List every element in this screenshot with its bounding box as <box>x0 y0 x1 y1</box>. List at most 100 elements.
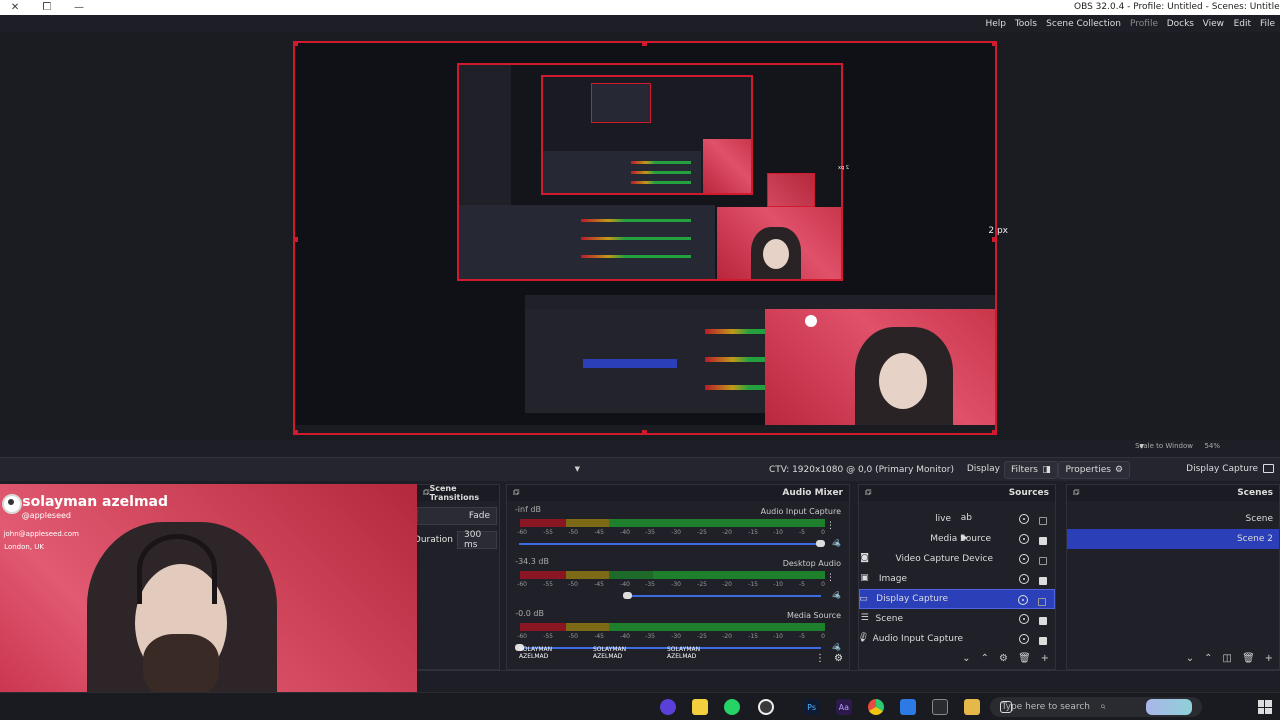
scale-label: 54% Scale to Window <box>1135 442 1220 450</box>
speaker-icon[interactable]: 🔈 <box>830 642 841 652</box>
mixer-menu-icon[interactable]: ⋮ <box>815 653 825 664</box>
eye-icon[interactable] <box>1018 595 1028 605</box>
menu-docks[interactable]: Docks <box>1167 19 1194 29</box>
display-select[interactable]: CTV: 1920x1080 @ 0,0 (Primary Monitor) <box>568 461 960 479</box>
duration-input[interactable]: 300 ms <box>457 530 497 550</box>
source-item[interactable]: ☰ Scene <box>859 609 1055 629</box>
duration-label: Duration <box>413 535 453 545</box>
source-item[interactable]: 🎙 Audio Input Capture <box>858 629 1055 649</box>
source-item-selected[interactable]: ▭ Display Capture <box>859 589 1055 609</box>
close-icon[interactable]: ✕ <box>0 0 30 15</box>
meter-ticks: 0 -5 -10 -15 -20 -25 -30 -35 -40 -45 -50 -55 -60 <box>517 633 825 640</box>
add-scene-icon[interactable]: + <box>1265 653 1273 664</box>
filter-icon: ◧ <box>1042 465 1051 475</box>
maximize-icon[interactable]: ❐ <box>32 0 62 15</box>
overlay-location: London, UK <box>4 543 44 551</box>
nested-px-label: 2 px <box>838 165 849 171</box>
eye-icon[interactable] <box>1019 614 1029 624</box>
lock-icon[interactable] <box>1039 537 1047 545</box>
menu-scene-collection[interactable]: Scene Collection <box>1046 19 1121 29</box>
source-item[interactable]: ◀ Media Source <box>859 529 1055 549</box>
menu-tools[interactable]: Tools <box>1015 19 1037 29</box>
obs-icon[interactable] <box>758 699 774 715</box>
channel-menu-icon[interactable]: ⋮ <box>826 573 835 583</box>
dock-float-icon[interactable]: ⧉ <box>513 488 519 498</box>
source-item[interactable]: ab live <box>859 509 1055 529</box>
dock-float-icon[interactable]: ⧉ <box>1073 488 1079 498</box>
source-properties-icon[interactable]: ⚙ <box>999 653 1008 664</box>
source-item[interactable]: ◙ Video Capture Device <box>859 549 1055 569</box>
camera-icon: ◙ <box>860 553 869 563</box>
preview-canvas[interactable]: 2 px <box>293 41 997 435</box>
whatsapp-icon[interactable] <box>724 699 740 715</box>
transition-select[interactable]: Fade <box>417 507 497 525</box>
volume-slider[interactable] <box>519 540 825 547</box>
sources-dock: Sources ⧉ ab live ◀ Media Source ◙ Video… <box>858 484 1056 670</box>
mixer-title: Audio Mixer <box>782 488 843 498</box>
dock-float-icon[interactable]: ⧉ <box>865 488 871 498</box>
add-source-icon[interactable]: + <box>1041 653 1049 664</box>
sticky-icon[interactable] <box>692 699 708 715</box>
meter-ticks: 0 -5 -10 -15 -20 -25 -30 -35 -40 -45 -50 -55 -60 <box>517 529 825 536</box>
remove-scene-icon[interactable]: 🗑 <box>1242 653 1255 664</box>
search-highlight-icon <box>1146 699 1192 715</box>
speaker-icon[interactable]: 🔈 <box>830 590 841 600</box>
source-toolbar: Display Capture ⚙ Properties ◧ Filters D… <box>0 457 1280 481</box>
volume-meter <box>517 571 825 579</box>
menu-edit[interactable]: Edit <box>1234 19 1251 29</box>
menu-file[interactable]: File <box>1260 19 1275 29</box>
volume-slider[interactable] <box>623 592 821 599</box>
move-down-icon[interactable]: ⌄ <box>962 653 970 664</box>
adobe-icon[interactable]: Aa <box>836 699 852 715</box>
lock-icon[interactable] <box>1039 577 1047 585</box>
eye-icon[interactable] <box>1019 514 1029 524</box>
menu-view[interactable]: View <box>1203 19 1224 29</box>
properties-button[interactable]: ⚙ Properties <box>1058 461 1130 479</box>
ps-icon[interactable]: Ps <box>804 699 820 715</box>
chrome-icon[interactable] <box>868 699 884 715</box>
nested-webcam <box>717 207 841 281</box>
store-icon[interactable] <box>932 699 948 715</box>
mail-icon[interactable] <box>900 699 916 715</box>
mixer-settings-icon[interactable]: ⚙ <box>834 653 843 664</box>
lock-icon[interactable] <box>1039 617 1047 625</box>
volume-meter <box>517 519 825 527</box>
speaker-icon[interactable]: 🔈 <box>830 538 841 548</box>
taskbar-search[interactable]: Type here to search ⌕ <box>990 697 1202 717</box>
scene-item-selected[interactable]: Scene 2 <box>1067 529 1279 549</box>
canvas-webcam <box>765 309 995 435</box>
app-icon[interactable] <box>660 699 676 715</box>
task-view-icon[interactable] <box>1000 701 1012 713</box>
list-icon: ☰ <box>860 613 869 623</box>
minimize-icon[interactable]: — <box>64 0 94 15</box>
move-up-icon[interactable]: ⌃ <box>1204 653 1212 664</box>
nested-capture-inner <box>541 75 753 195</box>
move-down-icon[interactable]: ⌄ <box>1186 653 1194 664</box>
menu-help[interactable]: Help <box>985 19 1006 29</box>
scale-dropdown-icon[interactable]: ▼ <box>1139 443 1144 450</box>
unlocked-icon[interactable] <box>1039 517 1047 525</box>
move-up-icon[interactable]: ⌃ <box>981 653 989 664</box>
start-icon[interactable] <box>1258 700 1272 714</box>
scale-to-window[interactable]: Scale to Window <box>1135 442 1193 450</box>
volume-meter <box>517 623 825 631</box>
file-explorer-icon[interactable] <box>964 699 980 715</box>
preview-area[interactable]: 2 px 2 px 54% Scale to Window ▼ <box>0 32 1280 450</box>
eye-icon[interactable] <box>1019 534 1029 544</box>
source-item[interactable]: ▣ Image <box>859 569 1055 589</box>
eye-icon[interactable] <box>1019 574 1029 584</box>
chevron-down-icon[interactable]: ▼ <box>575 465 580 473</box>
menu-profile[interactable]: Profile <box>1130 19 1158 29</box>
eye-icon[interactable] <box>1019 634 1029 644</box>
unlocked-icon[interactable] <box>1039 557 1047 565</box>
eye-icon[interactable] <box>1019 554 1029 564</box>
filters-button[interactable]: ◧ Filters <box>1004 461 1058 479</box>
remove-source-icon[interactable]: 🗑 <box>1018 653 1031 664</box>
windows-taskbar: Type here to search ⌕ Aa Ps <box>0 692 1280 720</box>
mixer-channel: Desktop Audio -34.3 dB 0 -5 -10 -15 -20 -25 -3… <box>515 557 841 600</box>
scene-filters-icon[interactable]: ◫ <box>1222 653 1231 664</box>
lock-icon[interactable] <box>1039 637 1047 645</box>
scene-item[interactable]: Scene <box>1067 509 1279 529</box>
unlocked-icon[interactable] <box>1038 598 1046 606</box>
channel-menu-icon[interactable]: ⋮ <box>826 521 835 531</box>
